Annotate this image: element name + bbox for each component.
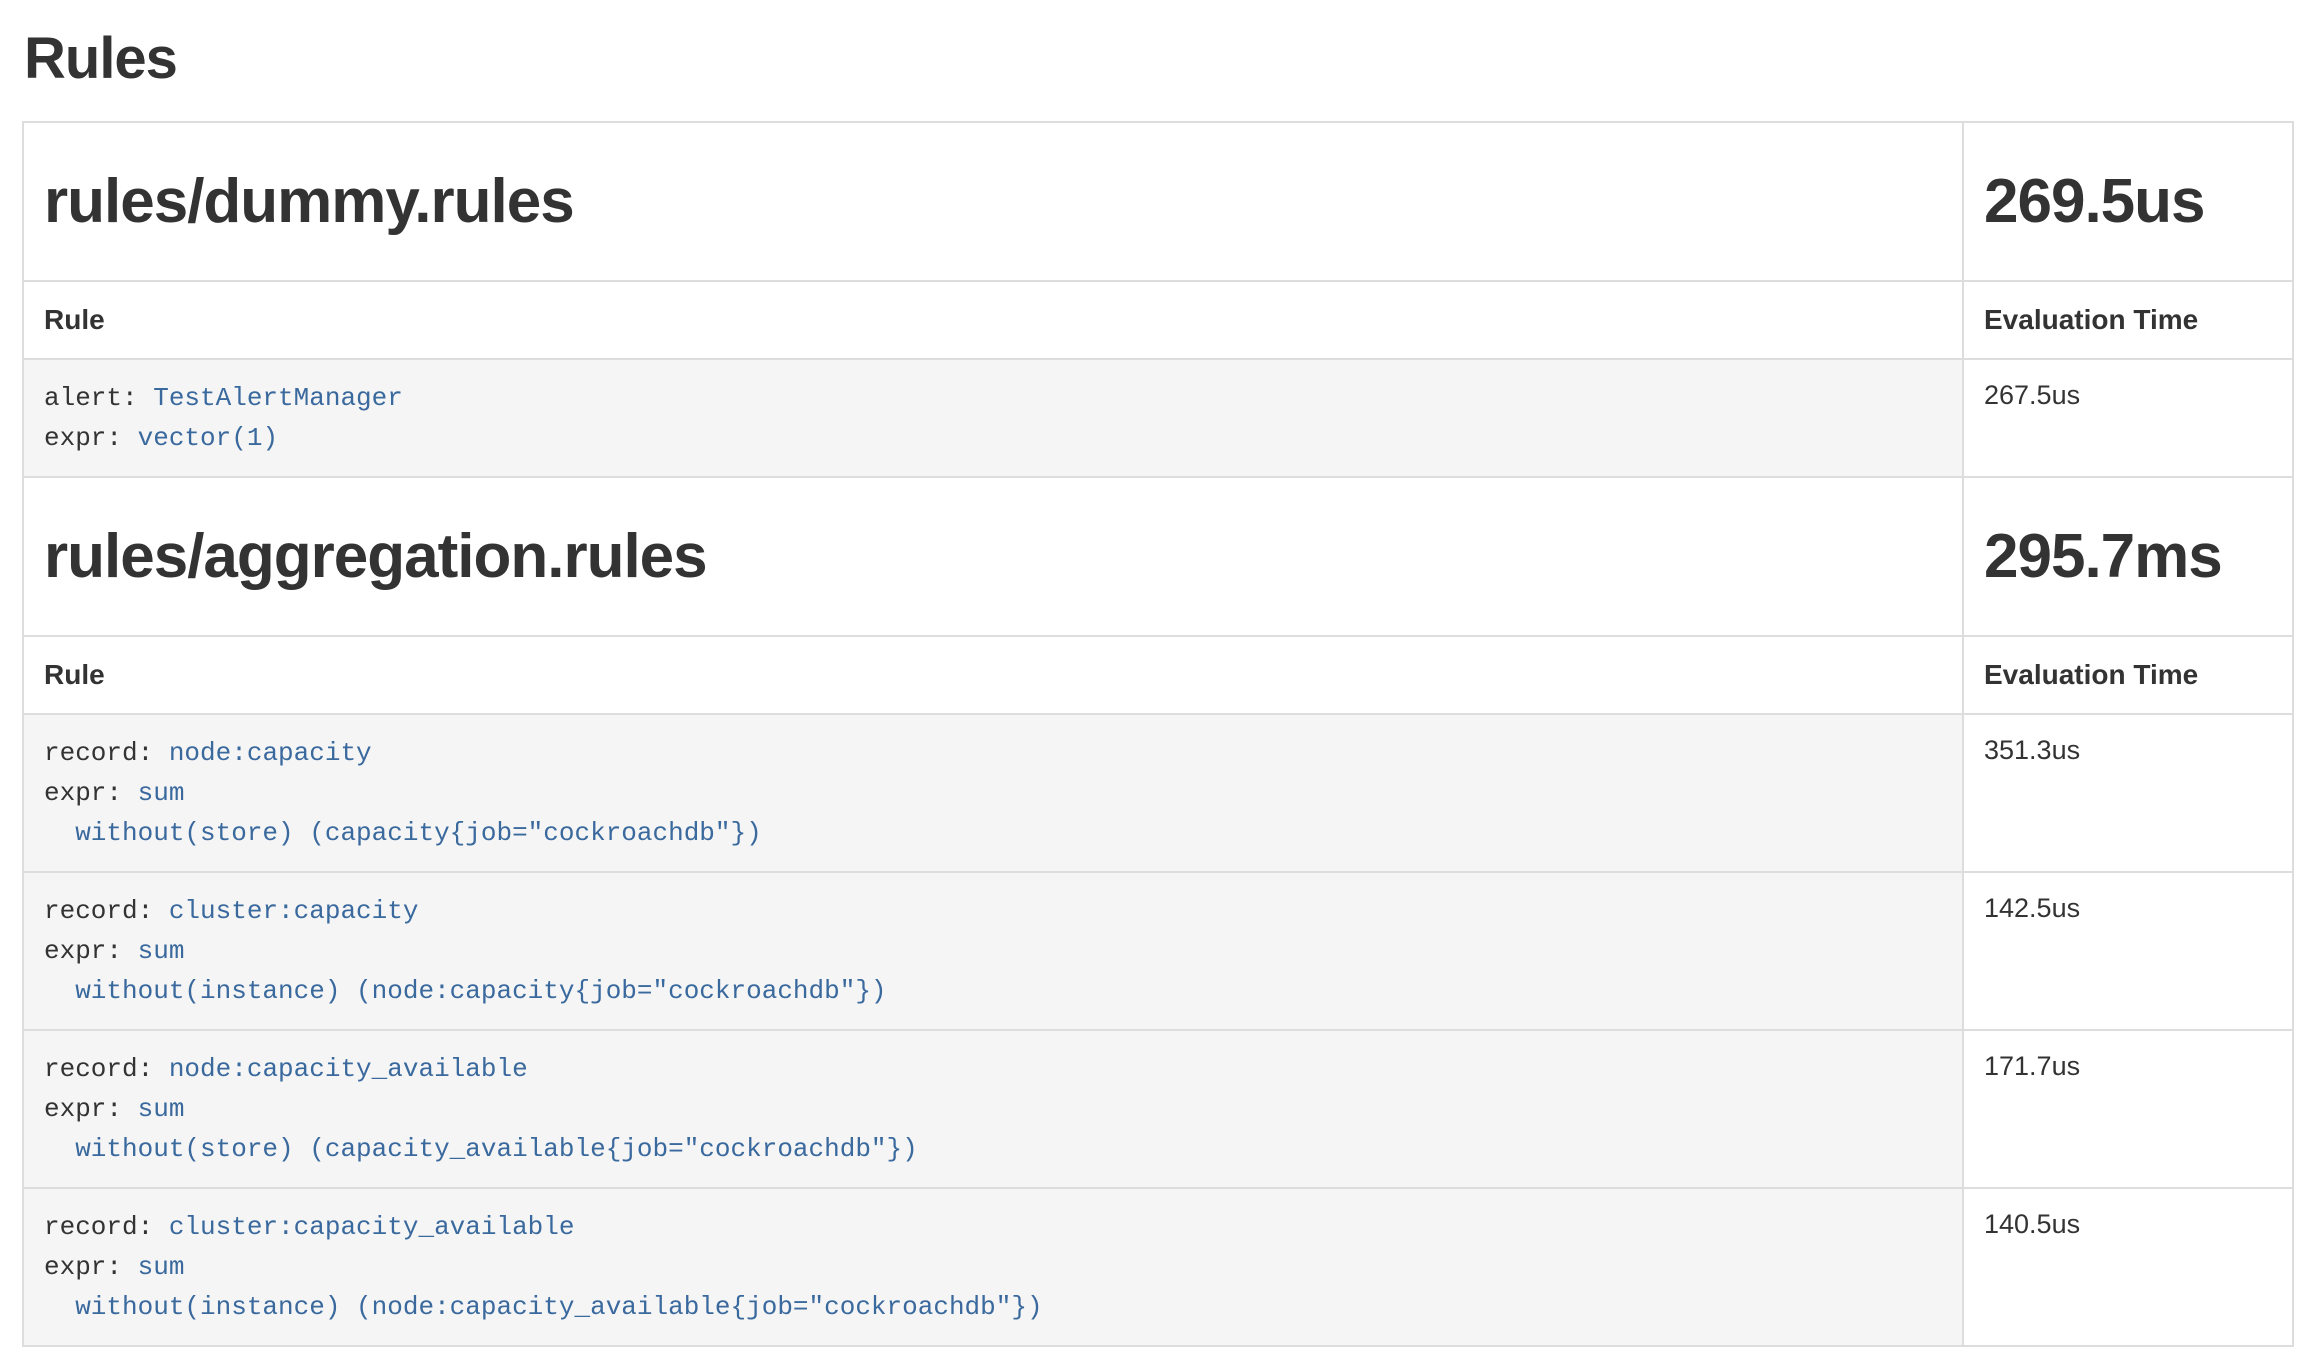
rule-link[interactable]: without(instance) (node:capacity_availab…	[44, 1292, 1043, 1322]
rule-link[interactable]: TestAlertManager	[153, 383, 403, 413]
rule-column-header: Rule	[23, 636, 1963, 714]
rule-link[interactable]: sum	[138, 778, 185, 808]
rule-group-file-cell: rules/aggregation.rules	[23, 477, 1963, 636]
code-line: record: cluster:capacity	[44, 891, 1942, 931]
rule-evaluation-time-cell: 267.5us	[1963, 359, 2293, 477]
code-line: expr: sum	[44, 773, 1942, 813]
rule-row: alert: TestAlertManagerexpr: vector(1)26…	[23, 359, 2293, 477]
rule-link[interactable]: sum	[138, 1094, 185, 1124]
rule-group-evaluation-time-cell: 269.5us	[1963, 122, 2293, 281]
rule-group-header-row: rules/dummy.rules 269.5us	[23, 122, 2293, 281]
code-line: without(instance) (node:capacity{job="co…	[44, 971, 1942, 1011]
rule-evaluation-time-cell: 142.5us	[1963, 872, 2293, 1030]
rule-link[interactable]: node:capacity	[169, 738, 372, 768]
rule-link[interactable]: sum	[138, 936, 185, 966]
code-line: expr: sum	[44, 1089, 1942, 1129]
column-header-row: RuleEvaluation Time	[23, 636, 2293, 714]
rules-table: rules/dummy.rules269.5usRuleEvaluation T…	[22, 121, 2294, 1348]
rule-row: record: node:capacityexpr: sum without(s…	[23, 714, 2293, 872]
code-line: expr: sum	[44, 1247, 1942, 1287]
evaluation-time-column-header: Evaluation Time	[1963, 281, 2293, 359]
code-line: alert: TestAlertManager	[44, 378, 1942, 418]
rule-group-header-row: rules/aggregation.rules 295.7ms	[23, 477, 2293, 636]
rule-group-file-cell: rules/dummy.rules	[23, 122, 1963, 281]
code-line: record: cluster:capacity_available	[44, 1207, 1942, 1247]
rule-link[interactable]: node:capacity_available	[169, 1054, 528, 1084]
rule-group-file: rules/dummy.rules	[44, 166, 1942, 237]
code-line: without(store) (capacity{job="cockroachd…	[44, 813, 1942, 853]
code-line: record: node:capacity_available	[44, 1049, 1942, 1089]
rule-evaluation-time-cell: 351.3us	[1963, 714, 2293, 872]
rule-evaluation-time-cell: 171.7us	[1963, 1030, 2293, 1188]
code-line: expr: sum	[44, 931, 1942, 971]
rule-keyword: record:	[44, 1212, 169, 1242]
rule-definition-cell: record: node:capacity_availableexpr: sum…	[23, 1030, 1963, 1188]
code-line: record: node:capacity	[44, 733, 1942, 773]
rule-definition-cell: record: cluster:capacity_availableexpr: …	[23, 1188, 1963, 1346]
column-header-row: RuleEvaluation Time	[23, 281, 2293, 359]
rule-group-evaluation-time-cell: 295.7ms	[1963, 477, 2293, 636]
rule-keyword: expr:	[44, 936, 138, 966]
rule-definition-cell: record: node:capacityexpr: sum without(s…	[23, 714, 1963, 872]
rule-row: record: cluster:capacity_availableexpr: …	[23, 1188, 2293, 1346]
rule-keyword: record:	[44, 1054, 169, 1084]
rules-page: Rules rules/dummy.rules269.5usRuleEvalua…	[22, 26, 2294, 1347]
evaluation-time-column-header: Evaluation Time	[1963, 636, 2293, 714]
rule-group-file: rules/aggregation.rules	[44, 521, 1942, 592]
rules-table-body: rules/dummy.rules269.5usRuleEvaluation T…	[23, 122, 2293, 1347]
code-line: without(store) (capacity_available{job="…	[44, 1129, 1942, 1169]
rule-link[interactable]: without(store) (capacity_available{job="…	[44, 1134, 918, 1164]
rule-keyword: record:	[44, 738, 169, 768]
code-line: expr: vector(1)	[44, 418, 1942, 458]
rule-link[interactable]: cluster:capacity_available	[169, 1212, 575, 1242]
rule-link[interactable]: vector(1)	[138, 423, 278, 453]
code-line: without(instance) (node:capacity_availab…	[44, 1287, 1942, 1327]
rule-keyword: expr:	[44, 778, 138, 808]
rule-keyword: expr:	[44, 423, 138, 453]
page-title: Rules	[24, 26, 2294, 93]
rule-link[interactable]: without(store) (capacity{job="cockroachd…	[44, 818, 762, 848]
rule-column-header: Rule	[23, 281, 1963, 359]
rule-keyword: alert:	[44, 383, 153, 413]
rule-keyword: expr:	[44, 1252, 138, 1282]
rule-evaluation-time-cell: 140.5us	[1963, 1188, 2293, 1346]
rule-row: record: cluster:capacityexpr: sum withou…	[23, 872, 2293, 1030]
rule-definition-cell: record: cluster:capacityexpr: sum withou…	[23, 872, 1963, 1030]
rule-group-evaluation-time: 269.5us	[1984, 166, 2272, 237]
rule-link[interactable]: sum	[138, 1252, 185, 1282]
rule-link[interactable]: cluster:capacity	[169, 896, 419, 926]
rule-link[interactable]: without(instance) (node:capacity{job="co…	[44, 976, 887, 1006]
rule-keyword: record:	[44, 896, 169, 926]
rule-row: record: node:capacity_availableexpr: sum…	[23, 1030, 2293, 1188]
rule-keyword: expr:	[44, 1094, 138, 1124]
rule-definition-cell: alert: TestAlertManagerexpr: vector(1)	[23, 359, 1963, 477]
rule-group-evaluation-time: 295.7ms	[1984, 521, 2272, 592]
